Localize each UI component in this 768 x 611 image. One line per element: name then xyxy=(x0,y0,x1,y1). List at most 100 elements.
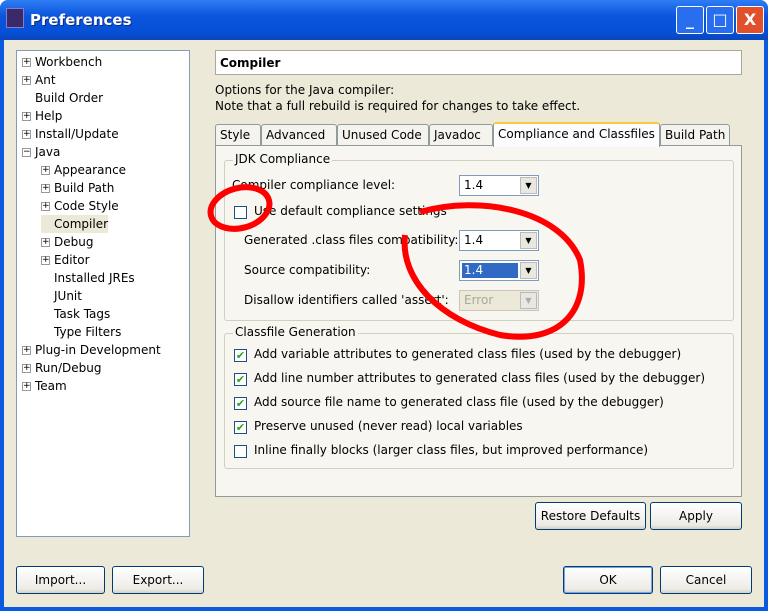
expand-icon[interactable]: + xyxy=(22,346,31,355)
tree-item[interactable]: + Run/Debug xyxy=(22,359,102,377)
tree-item-label: Installed JREs xyxy=(54,271,135,285)
chevron-down-icon: ▼ xyxy=(520,232,537,249)
tree-item[interactable]: + Editor xyxy=(41,251,90,269)
tree-item-label: Run/Debug xyxy=(35,361,102,375)
tree-item[interactable]: + Help xyxy=(22,107,62,125)
expand-icon[interactable]: + xyxy=(22,58,31,67)
classfile-generation-group: Classfile Generation ✔ Add variable attri… xyxy=(224,325,734,469)
classfile-option-label: Add source file name to generated class … xyxy=(254,395,664,409)
close-button[interactable]: X xyxy=(736,6,764,34)
tab-unused-code[interactable]: Unused Code xyxy=(337,124,429,146)
expand-icon[interactable]: + xyxy=(22,112,31,121)
generated-compat-label: Generated .class files compatibility: xyxy=(244,233,459,247)
preferences-tree[interactable]: + Workbench + Ant Build Order + Help + Install/U… xyxy=(16,50,190,537)
classfile-option-label: Add variable attributes to generated cla… xyxy=(254,347,682,361)
tree-item[interactable]: + Install/Update xyxy=(22,125,119,143)
tree-item-label: Debug xyxy=(54,235,94,249)
tab-style[interactable]: Style xyxy=(215,124,261,146)
select-value: 1.4 xyxy=(464,233,484,247)
expand-icon[interactable]: + xyxy=(22,130,31,139)
tree-item-label: Java xyxy=(35,145,61,159)
cancel-button[interactable]: Cancel xyxy=(660,566,752,594)
tree-item-label: Workbench xyxy=(35,55,103,69)
title-bar[interactable]: Preferences _ □ X xyxy=(0,0,768,40)
tree-item-label: Ant xyxy=(35,73,56,87)
dialog-body: + Workbench + Ant Build Order + Help + Install/U… xyxy=(4,40,764,607)
maximize-button[interactable]: □ xyxy=(706,6,734,34)
expand-icon[interactable]: + xyxy=(22,364,31,373)
group-title: JDK Compliance xyxy=(233,152,333,166)
tree-item-label: Code Style xyxy=(54,199,119,213)
jdk-compliance-group: JDK Compliance Compiler compliance level… xyxy=(224,152,734,321)
expand-icon[interactable]: + xyxy=(41,238,50,247)
tab-compliance-and-classfiles[interactable]: Compliance and Classfiles xyxy=(493,122,660,147)
tree-item[interactable]: Build Order xyxy=(22,89,103,107)
classfile-option-checkbox[interactable]: ✔ xyxy=(234,421,247,434)
use-default-compliance-checkbox[interactable] xyxy=(234,206,247,219)
expand-icon[interactable]: + xyxy=(41,202,50,211)
chevron-down-icon: ▼ xyxy=(520,292,537,309)
classfile-option-label: Preserve unused (never read) local varia… xyxy=(254,419,523,433)
tab-javadoc[interactable]: Javadoc xyxy=(429,124,493,146)
assert-label: Disallow identifiers called 'assert': xyxy=(244,293,449,307)
tree-item[interactable]: + Ant xyxy=(22,71,56,89)
tree-item[interactable]: Compiler xyxy=(41,215,109,233)
generated-compat-select[interactable]: 1.4 ▼ xyxy=(459,230,539,251)
collapse-icon[interactable]: − xyxy=(22,148,31,157)
tree-item-label: Type Filters xyxy=(54,325,122,339)
use-default-compliance-label: Use default compliance settings xyxy=(254,204,447,218)
ok-button[interactable]: OK xyxy=(563,566,653,594)
tree-item[interactable]: + Code Style xyxy=(41,197,119,215)
select-value: Error xyxy=(464,293,494,307)
compliance-level-select[interactable]: 1.4 ▼ xyxy=(459,175,539,196)
minimize-button[interactable]: _ xyxy=(676,6,704,34)
expand-icon[interactable]: + xyxy=(22,76,31,85)
expand-icon[interactable]: + xyxy=(41,166,50,175)
tree-item[interactable]: + Team xyxy=(22,377,67,395)
assert-select[interactable]: Error ▼ xyxy=(459,290,539,311)
classfile-option-checkbox[interactable] xyxy=(234,445,247,458)
restore-defaults-button[interactable]: Restore Defaults xyxy=(535,502,646,530)
window-title: Preferences xyxy=(30,11,132,29)
expand-icon[interactable]: + xyxy=(41,256,50,265)
tree-item-label: Compiler xyxy=(54,217,109,231)
tree-item-label: Appearance xyxy=(54,163,127,177)
source-compat-select[interactable]: 1.4 ▼ xyxy=(459,260,539,281)
tree-item[interactable]: + Build Path xyxy=(41,179,114,197)
tree-item-label: Install/Update xyxy=(35,127,119,141)
expand-icon[interactable]: + xyxy=(22,382,31,391)
group-title: Classfile Generation xyxy=(233,325,358,339)
tab-panel: JDK Compliance Compiler compliance level… xyxy=(215,145,742,497)
eclipse-icon xyxy=(6,8,24,28)
export-button[interactable]: Export... xyxy=(112,566,204,594)
tree-item[interactable]: Installed JREs xyxy=(41,269,135,287)
tab-build-path[interactable]: Build Path xyxy=(660,124,730,146)
tree-item-label: Team xyxy=(35,379,67,393)
tree-item[interactable]: + Plug-in Development xyxy=(22,341,161,359)
page-title: Compiler xyxy=(215,50,742,75)
classfile-option-label: Inline finally blocks (larger class file… xyxy=(254,443,649,457)
select-value: 1.4 xyxy=(462,263,518,278)
source-compat-label: Source compatibility: xyxy=(244,263,371,277)
chevron-down-icon: ▼ xyxy=(520,262,537,279)
tree-item[interactable]: + Appearance xyxy=(41,161,126,179)
chevron-down-icon: ▼ xyxy=(520,177,537,194)
tree-item[interactable]: JUnit xyxy=(41,287,82,305)
compliance-level-label: Compiler compliance level: xyxy=(232,178,396,192)
tree-item[interactable]: + Workbench xyxy=(22,53,102,71)
import-button[interactable]: Import... xyxy=(16,566,105,594)
classfile-option-checkbox[interactable]: ✔ xyxy=(234,349,247,362)
classfile-option-checkbox[interactable]: ✔ xyxy=(234,397,247,410)
tree-item[interactable]: Task Tags xyxy=(41,305,110,323)
tree-item[interactable]: + Debug xyxy=(41,233,93,251)
preferences-window: Preferences _ □ X + Workbench + Ant Build Or… xyxy=(0,0,768,611)
tree-item[interactable]: Type Filters xyxy=(41,323,121,341)
classfile-option-checkbox[interactable]: ✔ xyxy=(234,373,247,386)
page-description: Options for the Java compiler: xyxy=(215,83,395,97)
expand-icon[interactable]: + xyxy=(41,184,50,193)
tree-item-label: Build Path xyxy=(54,181,115,195)
tree-item[interactable]: − Java xyxy=(22,143,60,161)
apply-button[interactable]: Apply xyxy=(650,502,742,530)
tree-item-label: Build Order xyxy=(35,91,104,105)
tab-advanced[interactable]: Advanced xyxy=(261,124,337,146)
